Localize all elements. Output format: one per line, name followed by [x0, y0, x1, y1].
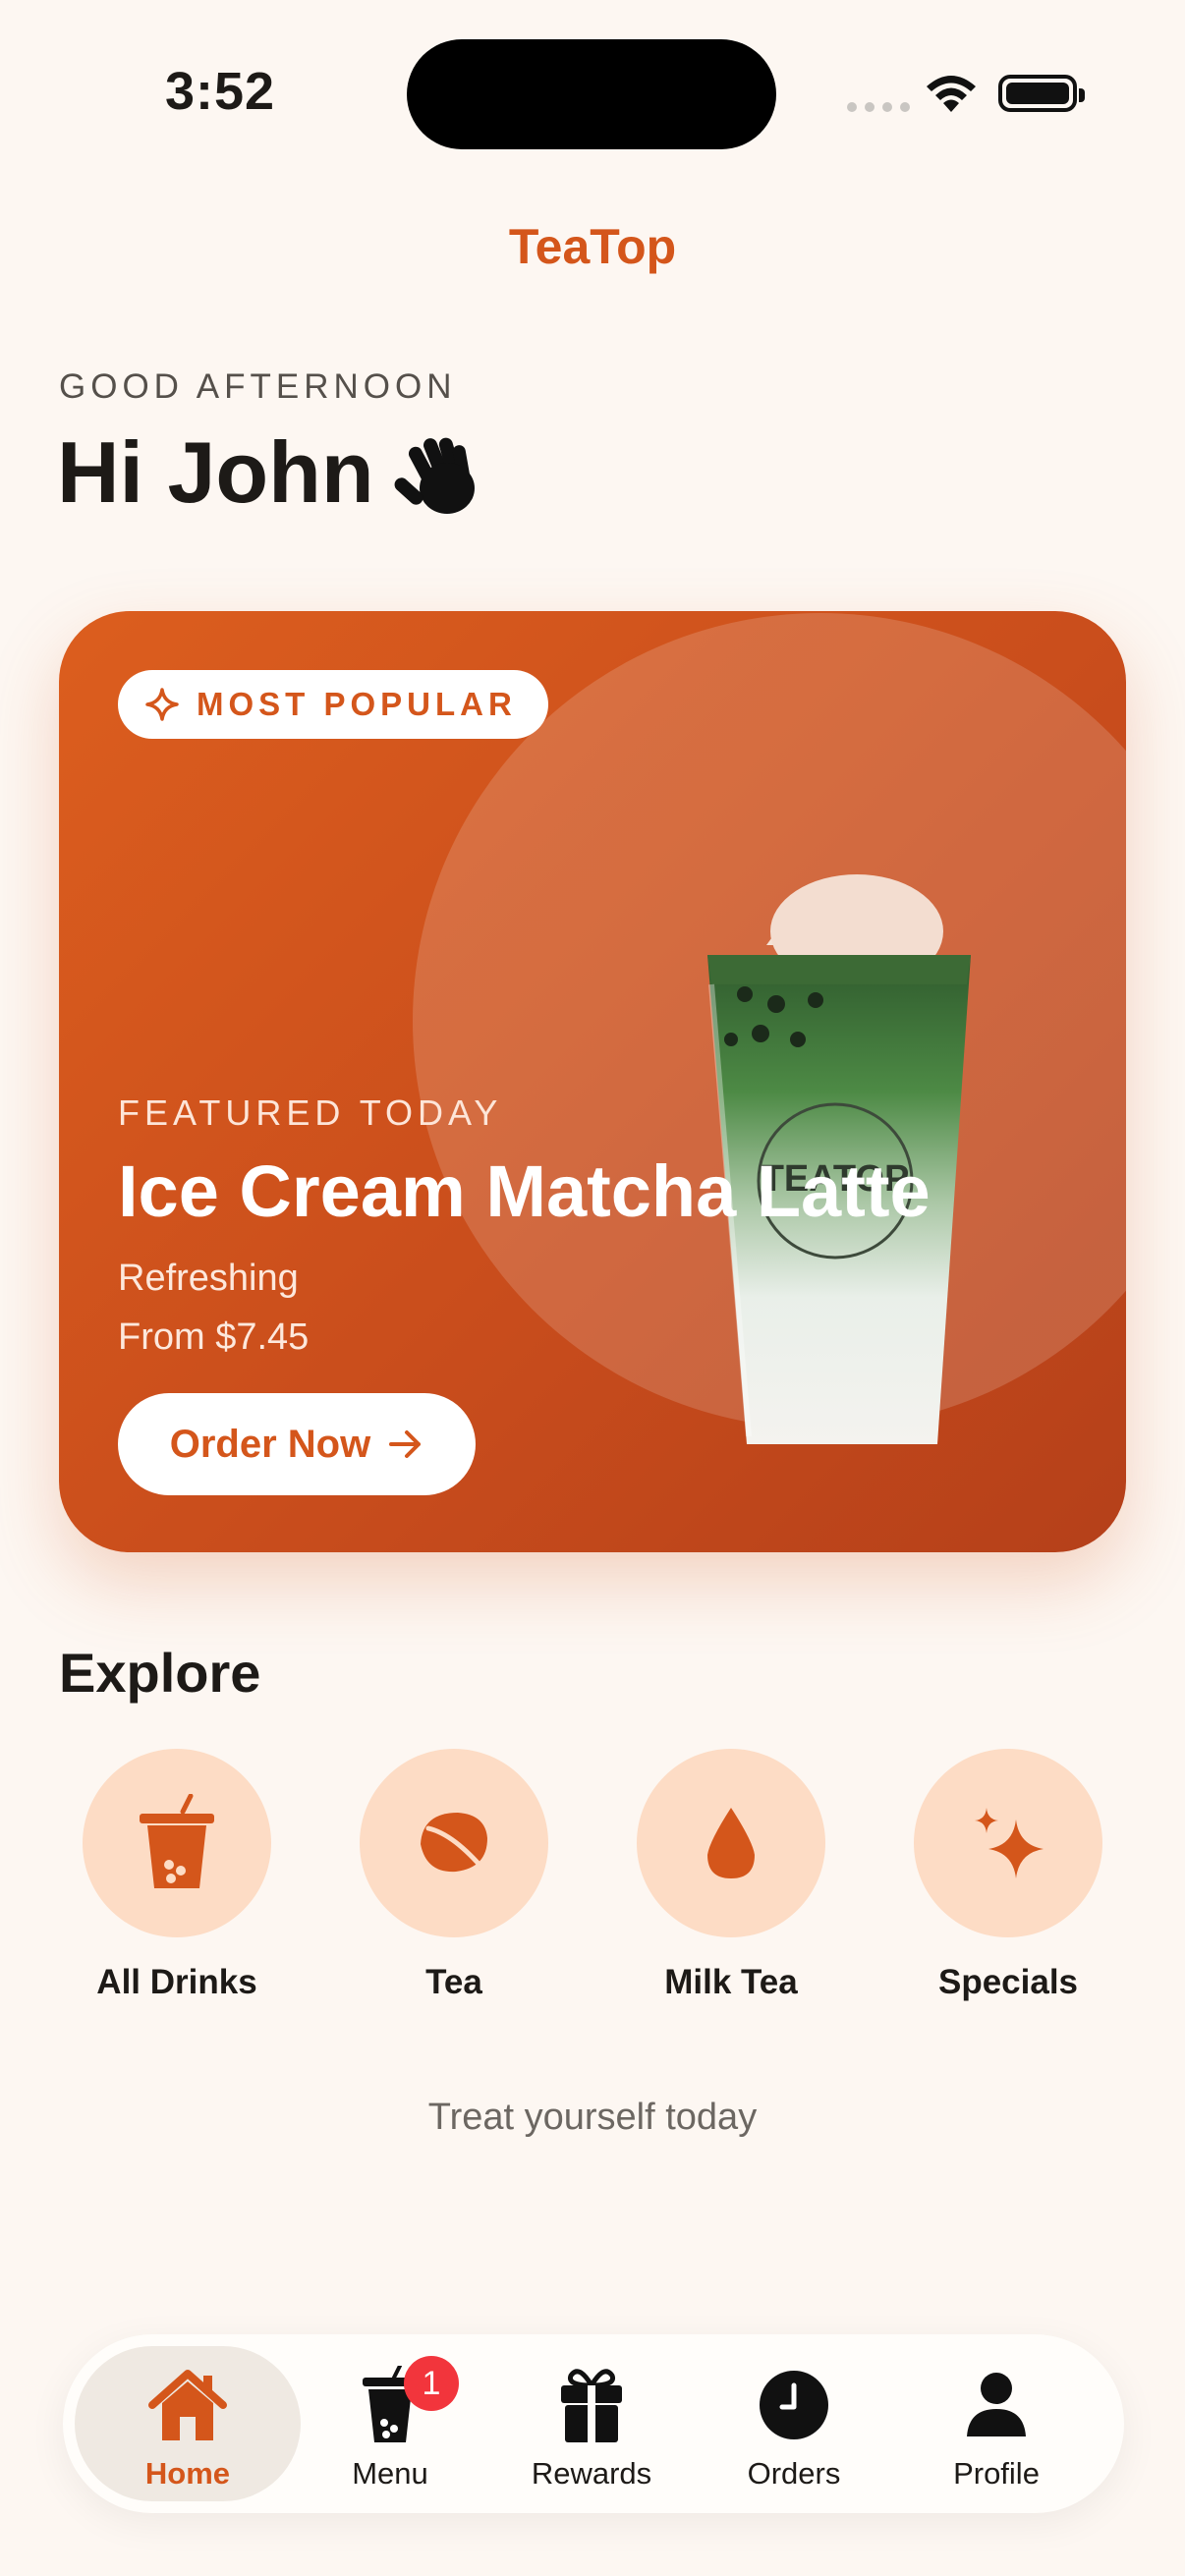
- greeting-text: Hi John: [57, 423, 374, 521]
- cup-icon: [140, 1794, 214, 1888]
- featured-drink-name: Ice Cream Matcha Latte: [118, 1150, 931, 1232]
- dynamic-island: [407, 39, 776, 149]
- featured-eyebrow: FEATURED TODAY: [118, 1092, 503, 1133]
- category-label: Milk Tea: [664, 1963, 798, 2001]
- category-tea[interactable]: Tea: [360, 1749, 548, 2002]
- app-title: TeaTop: [508, 219, 677, 274]
- category-milk-tea[interactable]: Milk Tea: [637, 1749, 825, 2002]
- leaf-icon: [421, 1813, 488, 1875]
- greeting-headline: Hi John: [57, 422, 492, 523]
- tagline: Treat yourself today: [427, 2097, 758, 2138]
- drop-icon: [707, 1808, 755, 1878]
- cellular-signal-icon: [847, 102, 910, 112]
- wifi-icon: [927, 76, 976, 112]
- category-label: Tea: [425, 1963, 482, 2001]
- featured-description: Refreshing: [118, 1258, 299, 1299]
- cart-count-badge: 1: [404, 2356, 459, 2411]
- category-label: Specials: [937, 1963, 1079, 2001]
- most-popular-badge: MOST POPULAR: [118, 670, 548, 739]
- category-label: All Drinks: [96, 1963, 257, 2001]
- bottom-nav: Home 1 Menu Rewards Orders Profile: [63, 2334, 1124, 2513]
- clock-icon: [760, 2371, 828, 2439]
- nav-label-orders: Orders: [747, 2456, 841, 2491]
- featured-card[interactable]: MOST POPULAR TEATOP FEATURED TODAY Ice C…: [59, 611, 1126, 1552]
- gift-icon: [561, 2369, 622, 2442]
- sparkles-icon: [975, 1808, 1044, 1878]
- status-time: 3:52: [165, 62, 276, 121]
- home-icon: [148, 2370, 227, 2440]
- sparkle-icon: [145, 688, 179, 721]
- nav-menu[interactable]: 1 Menu: [292, 2356, 488, 2492]
- featured-price: From $7.45: [118, 1316, 310, 1358]
- order-now-label: Order Now: [169, 1422, 371, 1466]
- nav-label-menu: Menu: [352, 2456, 428, 2491]
- waving-hand-icon: [394, 437, 475, 514]
- nav-orders[interactable]: Orders: [696, 2364, 892, 2492]
- most-popular-label: MOST POPULAR: [197, 686, 517, 722]
- nav-home[interactable]: Home: [89, 2364, 286, 2492]
- nav-label-profile: Profile: [953, 2456, 1040, 2491]
- battery-icon: [998, 75, 1085, 112]
- arrow-right-icon: [389, 1430, 422, 1458]
- order-now-button[interactable]: Order Now: [118, 1393, 476, 1495]
- category-specials[interactable]: Specials: [914, 1749, 1102, 2002]
- nav-rewards[interactable]: Rewards: [493, 2364, 690, 2492]
- nav-profile[interactable]: Profile: [898, 2364, 1095, 2492]
- greeting-subtitle: GOOD AFTERNOON: [59, 367, 457, 406]
- nav-label-home: Home: [144, 2456, 231, 2491]
- nav-label-rewards: Rewards: [531, 2456, 652, 2491]
- person-icon: [967, 2373, 1026, 2436]
- explore-heading: Explore: [59, 1642, 261, 1704]
- category-all-drinks[interactable]: All Drinks: [83, 1749, 271, 2002]
